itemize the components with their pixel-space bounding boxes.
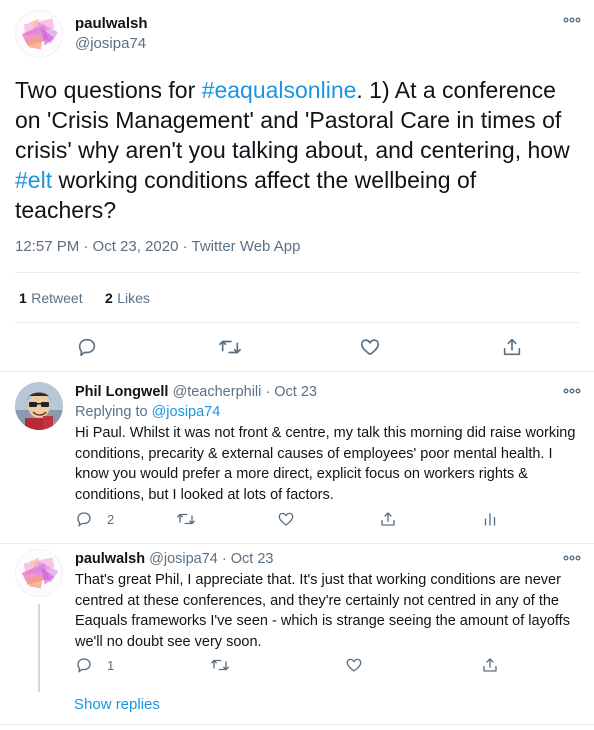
divider <box>0 543 594 544</box>
avatar-art-image <box>16 550 62 596</box>
like-icon[interactable] <box>277 510 295 528</box>
author-handle[interactable]: @teacherphili · Oct 23 <box>172 384 316 400</box>
hashtag-link[interactable]: #elt <box>15 167 52 193</box>
replying-to: Replying to @josipa74 <box>75 404 220 420</box>
divider <box>15 272 579 273</box>
more-dots-icon[interactable] <box>563 15 581 25</box>
retweet-count: 1 <box>19 290 27 306</box>
author-handle[interactable]: @josipa74 <box>75 35 146 52</box>
share-icon[interactable] <box>501 336 523 358</box>
reply-icon[interactable]: 2 <box>75 510 114 528</box>
like-icon[interactable] <box>359 336 381 358</box>
reply-header: Phil Longwell @teacherphili · Oct 23 <box>75 384 317 400</box>
analytics-icon[interactable] <box>481 510 499 528</box>
tweet-text: Two questions for #eaqualsonline. 1) At … <box>15 75 575 225</box>
avatar[interactable] <box>15 382 63 430</box>
avatar[interactable] <box>15 10 63 58</box>
reply-count: 1 <box>107 657 115 673</box>
author-name[interactable]: paulwalsh <box>75 551 145 567</box>
hashtag-link[interactable]: #eaqualsonline <box>202 77 357 103</box>
retweet-label: Retweet <box>31 290 83 306</box>
like-stat[interactable]: 2 Likes <box>105 290 150 308</box>
replying-to-handle[interactable]: @josipa74 <box>152 404 221 420</box>
replying-to-label: Replying to <box>75 404 152 420</box>
retweet-icon[interactable] <box>210 656 230 674</box>
more-dots-icon[interactable] <box>563 553 581 563</box>
divider <box>0 371 594 372</box>
divider <box>0 724 594 725</box>
show-replies-link[interactable]: Show replies <box>74 696 160 713</box>
author-name[interactable]: Phil Longwell <box>75 384 168 400</box>
like-label: Likes <box>117 290 150 306</box>
like-count: 2 <box>105 290 113 306</box>
like-icon[interactable] <box>345 656 363 674</box>
reply-count: 2 <box>107 511 115 527</box>
author-name[interactable]: paulwalsh <box>75 15 148 32</box>
share-icon[interactable] <box>379 510 397 528</box>
retweet-stat[interactable]: 1 Retweet <box>19 290 83 308</box>
reply-text: Hi Paul. Whilst it was not front & centr… <box>75 425 576 503</box>
tweet-text-segment: working conditions affect the wellbeing … <box>15 167 477 223</box>
avatar-art-image <box>16 11 62 57</box>
reply-text: That's great Phil, I appreciate that. It… <box>75 572 570 650</box>
avatar[interactable] <box>15 549 63 597</box>
avatar-cartoon-image <box>15 382 63 430</box>
reply-icon[interactable]: 1 <box>75 656 114 674</box>
divider <box>15 322 579 323</box>
reply-icon[interactable] <box>76 336 98 358</box>
tweet-text-segment: Two questions for <box>15 77 202 103</box>
author-handle[interactable]: @josipa74 · Oct 23 <box>149 551 273 567</box>
reply-header: paulwalsh @josipa74 · Oct 23 <box>75 551 273 567</box>
more-dots-icon[interactable] <box>563 386 581 396</box>
tweet-timestamp[interactable]: 12:57 PM · Oct 23, 2020 · Twitter Web Ap… <box>15 238 300 255</box>
thread-line <box>38 604 40 692</box>
retweet-icon[interactable] <box>176 510 196 528</box>
share-icon[interactable] <box>481 656 499 674</box>
retweet-icon[interactable] <box>218 336 242 358</box>
